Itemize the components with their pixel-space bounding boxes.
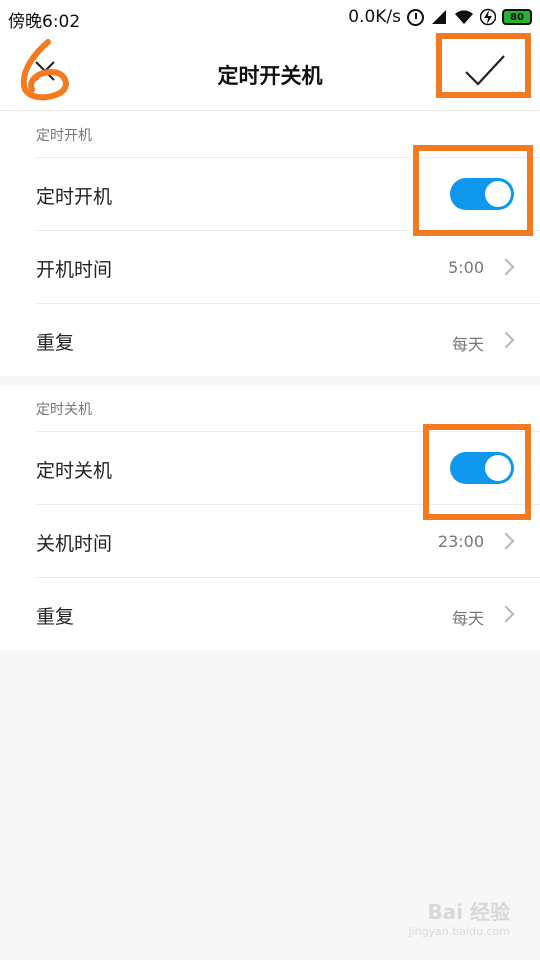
power-on-repeat-row[interactable]: 重复 每天 bbox=[36, 304, 540, 376]
power-off-repeat-label: 重复 bbox=[36, 606, 75, 628]
highlight-box-power-off-toggle bbox=[423, 424, 531, 520]
bolt-icon bbox=[480, 8, 496, 26]
watermark-text: Bai 经验 bbox=[427, 900, 510, 924]
status-bar: 傍晚6:02 0.0K/s 80 bbox=[0, 0, 540, 34]
power-on-toggle-label: 定时开机 bbox=[36, 186, 113, 208]
alarm-icon bbox=[407, 8, 424, 26]
watermark-sub: jingyan.baidu.com bbox=[408, 925, 510, 938]
signal-icon bbox=[432, 10, 446, 24]
section-header-label: 定时关机 bbox=[36, 402, 92, 418]
chevron-right-icon bbox=[497, 605, 515, 623]
wifi-icon bbox=[455, 10, 473, 24]
status-icons: 0.0K/s 80 bbox=[348, 6, 532, 28]
highlight-box-power-on-toggle bbox=[413, 145, 533, 236]
power-off-time-label: 关机时间 bbox=[36, 533, 113, 555]
power-on-repeat-value: 每天 bbox=[451, 335, 484, 354]
network-speed: 0.0K/s bbox=[348, 7, 401, 27]
power-on-time-value: 5:00 bbox=[448, 258, 484, 277]
highlight-box-confirm bbox=[436, 33, 531, 98]
power-off-toggle-label: 定时关机 bbox=[36, 460, 113, 482]
screen: 傍晚6:02 0.0K/s 80 定时开关机 定时开机 定时开机 开机时间 5:… bbox=[0, 0, 540, 960]
power-off-repeat-value: 每天 bbox=[451, 609, 484, 628]
power-off-time-value: 23:00 bbox=[437, 532, 484, 551]
power-on-time-label: 开机时间 bbox=[36, 259, 113, 281]
battery-icon: 80 bbox=[502, 9, 532, 25]
section-header-label: 定时开机 bbox=[36, 128, 92, 144]
chevron-right-icon bbox=[497, 532, 515, 550]
power-off-repeat-row[interactable]: 重复 每天 bbox=[36, 578, 540, 650]
watermark: Bai 经验 jingyan.baidu.com bbox=[408, 896, 510, 938]
step-number-annotation bbox=[20, 39, 69, 101]
power-on-repeat-label: 重复 bbox=[36, 332, 75, 354]
chevron-right-icon bbox=[497, 331, 515, 349]
status-time: 傍晚6:02 bbox=[8, 12, 81, 32]
power-on-time-row[interactable]: 开机时间 5:00 bbox=[36, 231, 540, 304]
chevron-right-icon bbox=[497, 258, 515, 276]
